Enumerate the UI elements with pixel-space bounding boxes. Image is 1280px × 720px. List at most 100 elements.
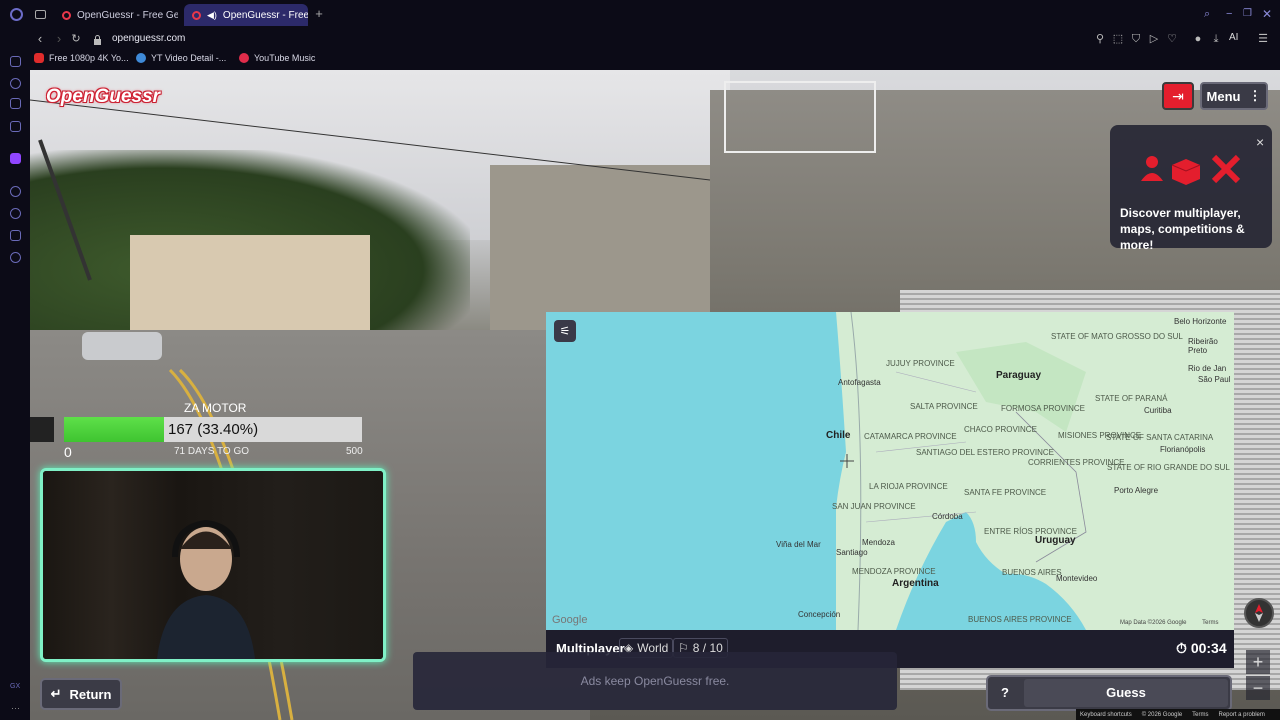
map-terms-link[interactable]: Terms (1202, 620, 1218, 626)
sidebar-gallery-icon[interactable] (10, 98, 21, 109)
openguessr-favicon-icon (192, 10, 201, 20)
new-tab-button[interactable]: + (312, 7, 326, 21)
compass-icon[interactable] (1244, 598, 1274, 628)
minimize-icon[interactable]: − (1226, 8, 1232, 20)
competition-icon (1211, 154, 1241, 184)
tab-title: OpenGuessr - Free GeoGu (77, 9, 178, 21)
shield-icon[interactable]: ⛉ (1130, 33, 1142, 45)
sidebar-messenger-icon[interactable] (10, 121, 21, 132)
multiplayer-icon (1141, 156, 1163, 181)
promo-panel[interactable]: × Discover multiplayer, maps, competitio… (1110, 125, 1272, 252)
easy-setup-icon[interactable]: ☰ (1257, 33, 1269, 45)
sidebar-aria-icon[interactable] (10, 78, 21, 89)
map-label-province: STATE OF RIO GRANDE DO SUL (1107, 463, 1230, 472)
map-label-city: Rio de Jan (1188, 364, 1227, 373)
keyboard-shortcuts-link[interactable]: Keyboard shortcuts (1080, 712, 1132, 718)
menu-button[interactable]: Menu ⋮ (1200, 82, 1268, 110)
zoom-in-button[interactable]: + (1246, 650, 1270, 674)
bookmark-label: YouTube Music (254, 53, 316, 63)
return-button[interactable]: ↵ Return (40, 678, 122, 710)
progress-max: 500 (346, 446, 363, 457)
back-icon[interactable]: ‹ (31, 30, 49, 48)
close-icon[interactable]: ✕ (1262, 7, 1272, 21)
more-icon[interactable]: ⋯ (11, 703, 20, 714)
sidebar-twitch-icon[interactable] (10, 153, 21, 164)
profile-icon[interactable]: ● (1192, 33, 1204, 45)
map-label-province: MENDOZA PROVINCE (852, 567, 936, 576)
openguessr-logo[interactable]: OpenGuessr (46, 86, 160, 108)
sidebar-settings-icon[interactable] (10, 252, 21, 263)
guess-map[interactable]: ⚟ Chile Paraguay Uruguay Argentina JUJUY… (546, 312, 1234, 630)
map-label-country: Argentina (892, 578, 939, 589)
map-label-country: Paraguay (996, 370, 1042, 381)
opera-logo-icon[interactable] (10, 8, 23, 21)
map-attribution: Map Data ©2026 Google Terms (1120, 620, 1218, 626)
street-view[interactable]: OpenGuessr ⇥ Menu ⋮ × Discover multiplay… (30, 70, 1280, 720)
forward-icon[interactable]: › (50, 30, 68, 48)
map-settings-button[interactable]: ⚟ (554, 320, 576, 342)
map-label-city: Belo Horizonte (1174, 317, 1227, 326)
tab-openguessr-1[interactable]: OpenGuessr - Free GeoGu (54, 4, 178, 26)
bookmark-item[interactable]: YT Video Detail -... (136, 53, 226, 63)
snapshot-icon[interactable]: ⬚ (1112, 33, 1124, 45)
terms-link[interactable]: Terms (1192, 712, 1208, 718)
ai-button[interactable]: AI (1229, 32, 1238, 43)
bookmark-item[interactable]: YouTube Music (239, 53, 315, 63)
sliders-icon: ⚟ (559, 324, 571, 338)
exit-button[interactable]: ⇥ (1162, 82, 1194, 110)
map-label-city: Montevideo (1056, 574, 1098, 583)
map-label-city: Antofagasta (838, 378, 881, 387)
webcam-overlay (40, 468, 386, 662)
map-label-city: Córdoba (932, 512, 963, 521)
map-label-city: Concepción (798, 610, 841, 619)
map-label-province: SALTA PROVINCE (910, 402, 978, 411)
progress-icon (30, 417, 54, 442)
progress-value: 167 (33.40%) (168, 421, 259, 438)
progress-bar: 167 (33.40%) (64, 417, 362, 442)
help-button[interactable]: ? (990, 679, 1020, 707)
bookmark-label: YT Video Detail -... (151, 53, 227, 63)
sidebar-home-icon[interactable] (10, 56, 21, 67)
stopwatch-icon: ⏱ (1176, 640, 1187, 656)
globe-favicon-icon (136, 53, 146, 63)
url-field[interactable]: openguessr.com (112, 31, 185, 47)
round-timer: ⏱ 00:34 (1176, 640, 1227, 657)
promo-close-button[interactable]: × (1256, 135, 1264, 149)
map-label-city: Florianópolis (1160, 445, 1206, 454)
streamer-figure (157, 519, 255, 659)
map-label-province: SANTA FE PROVINCE (964, 488, 1047, 497)
bookmark-icon[interactable]: ⚲ (1094, 33, 1106, 45)
gx-icon[interactable]: GX (10, 683, 20, 690)
map-label-city: Porto Alegre (1114, 486, 1159, 495)
guess-button[interactable]: Guess (1024, 679, 1228, 707)
zoom-out-button[interactable]: − (1246, 676, 1270, 700)
sidebar-player-icon[interactable] (10, 186, 21, 197)
maximize-icon[interactable]: ❐ (1243, 8, 1252, 19)
copyright-text: © 2026 Google (1141, 711, 1183, 718)
map-label-city: Santiago (836, 548, 868, 557)
speaker-icon: ◀) (207, 9, 217, 20)
address-bar (28, 30, 1280, 50)
sidebar-history-icon[interactable] (10, 208, 21, 219)
tab-title: OpenGuessr - Free Ge (222, 9, 308, 21)
play-icon[interactable]: ▷ (1148, 33, 1160, 45)
reload-icon[interactable]: ↻ (67, 30, 85, 48)
tab-overview-icon[interactable] (35, 10, 46, 19)
heart-icon[interactable]: ♡ (1166, 33, 1178, 45)
map-label-city: Mendoza (862, 538, 895, 547)
report-problem-link[interactable]: Report a problem (1219, 712, 1265, 718)
promo-text: Discover multiplayer, maps, competitions… (1120, 206, 1245, 252)
timer-value: 00:34 (1190, 640, 1227, 656)
kebab-icon: ⋮ (1248, 88, 1262, 103)
tab-openguessr-2[interactable]: ◀) OpenGuessr - Free Ge (184, 4, 308, 26)
map-label-province: CHACO PROVINCE (964, 425, 1037, 434)
bookmark-item[interactable]: Free 1080p 4K Yo... (34, 53, 129, 63)
search-icon[interactable]: ⌕ (1204, 8, 1210, 21)
map-label-province: JUJUY PROVINCE (886, 359, 955, 368)
bookmark-label: Free 1080p 4K Yo... (49, 53, 129, 63)
map-label-city: São Paul (1198, 375, 1231, 384)
progress-min: 0 (64, 444, 72, 460)
sidebar-extensions-icon[interactable] (10, 230, 21, 241)
map-label-province: STATE OF SANTA CATARINA (1106, 433, 1214, 442)
download-icon[interactable]: ⤓ (1210, 33, 1222, 45)
